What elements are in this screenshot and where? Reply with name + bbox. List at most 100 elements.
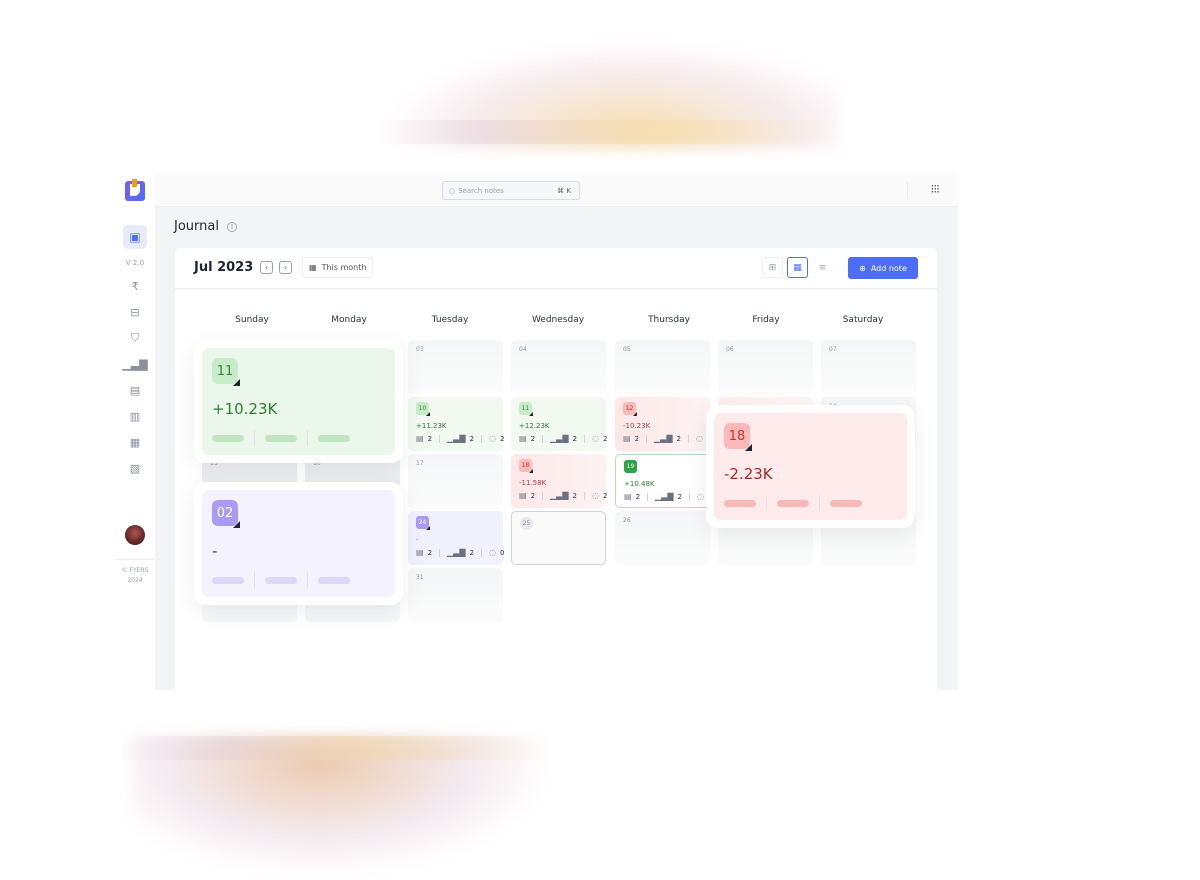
- grid-icon: ⊞: [768, 262, 777, 273]
- day-cell[interactable]: 06: [718, 340, 813, 394]
- day-badge: 25: [520, 517, 533, 530]
- comment-icon: ◌: [488, 548, 496, 557]
- trades-count: 2: [572, 434, 577, 443]
- list-icon: ≡: [818, 262, 827, 273]
- add-note-button[interactable]: ⊕ Add note: [848, 257, 918, 279]
- copyright-brand: © FYERS: [121, 567, 149, 574]
- weekday-wednesday: Wednesday: [531, 315, 585, 325]
- page-title-text: Journal: [174, 219, 219, 234]
- comments-count: 2: [602, 434, 608, 443]
- weekday-tuesday: Tuesday: [431, 315, 469, 325]
- weekday-friday: Friday: [752, 315, 780, 325]
- day-cell[interactable]: 17: [408, 454, 503, 508]
- day-badge: 18: [519, 459, 533, 473]
- version-label: V 2.0: [125, 259, 145, 267]
- decorative-glow-top-band: [370, 120, 840, 144]
- pill: [318, 576, 350, 584]
- document-icon: ▤: [129, 383, 141, 397]
- day-cell[interactable]: 26: [615, 511, 710, 565]
- sidebar: ▣ V 2.0 ₹ ⊟ ⛉ ▁▃▇ ▤ ▥ ▦ ▧ © FYERS 2024: [115, 173, 155, 690]
- shield-check-icon: ⛉: [130, 331, 140, 344]
- trades-icon: ▁▃▇: [654, 434, 673, 443]
- prev-month-button[interactable]: ‹: [260, 261, 273, 274]
- trades-count: 2: [572, 491, 577, 500]
- card-day-badge: 18: [724, 423, 752, 451]
- trades-icon: ▁▃▇: [447, 434, 466, 443]
- comment-icon: ◌: [591, 491, 599, 500]
- day-preview-card-purple[interactable]: 02 -: [194, 482, 403, 605]
- card-pills: [724, 495, 862, 511]
- trades-icon: ▁▃▇: [447, 548, 466, 557]
- day-number: 07: [829, 346, 837, 353]
- day-stats: ▤ 2 ▁▃▇ 2 ◌ 0: [416, 548, 504, 557]
- sidebar-item-security[interactable]: ⛉: [128, 331, 142, 345]
- pill: [724, 499, 756, 507]
- notes-icon: ▤: [624, 492, 632, 501]
- day-cell[interactable]: 18 -11.58K ▤ 2 ▁▃▇ 2 ◌ 2: [511, 454, 607, 508]
- sidebar-item-journal[interactable]: ▣: [123, 225, 147, 249]
- this-month-button[interactable]: ▦ This month: [302, 257, 374, 278]
- comments-count: 2: [499, 434, 505, 443]
- month-label: Jul 2023: [194, 260, 254, 275]
- pill: [212, 434, 244, 442]
- notes-icon: ▤: [519, 491, 527, 500]
- pill: [265, 434, 297, 442]
- list-view-button[interactable]: ≡: [812, 257, 833, 278]
- weekday-monday: Monday: [331, 315, 367, 325]
- trades-icon: ▁▃▇: [655, 492, 674, 501]
- day-cell[interactable]: 12 -10.23K ▤2▁▃▇2◌2: [615, 397, 711, 451]
- calendar-view-button[interactable]: ▦: [787, 257, 808, 278]
- info-icon[interactable]: i: [226, 221, 237, 232]
- day-cell[interactable]: 04: [511, 340, 606, 394]
- notes-icon: ▤: [416, 434, 424, 443]
- calendar-icon: ▦: [793, 262, 802, 273]
- day-badge: 10: [416, 402, 430, 416]
- notes-count: 2: [427, 434, 433, 443]
- day-cell[interactable]: 24 - ▤ 2 ▁▃▇ 2 ◌ 0: [408, 511, 504, 565]
- day-cell[interactable]: 05: [615, 340, 710, 394]
- comments-count: 0: [499, 548, 505, 557]
- day-stats: ▤2▁▃▇2◌2: [623, 434, 711, 443]
- trades-count: 2: [677, 492, 682, 501]
- day-number: 03: [416, 346, 424, 353]
- grid-view-button[interactable]: ⊞: [762, 257, 783, 278]
- notes-count: 2: [634, 434, 640, 443]
- logo[interactable]: [125, 179, 145, 201]
- sidebar-item-portfolio[interactable]: ⊟: [128, 305, 142, 319]
- day-badge: 12: [623, 402, 637, 416]
- comment-icon: ◌: [696, 492, 704, 501]
- day-badge: 11: [519, 402, 533, 416]
- chevron-left-icon: ‹: [264, 263, 269, 272]
- sidebar-item-funds[interactable]: ₹: [128, 279, 142, 293]
- this-month-label: This month: [321, 263, 367, 272]
- apps-grid-icon[interactable]: ⁝⁝⁝: [931, 182, 941, 196]
- day-cell[interactable]: 03: [408, 340, 503, 394]
- day-cell-today[interactable]: 25: [511, 511, 606, 565]
- day-cell[interactable]: 11 +12.23K ▤ 2 ▁▃▇ 2 ◌ 2: [511, 397, 608, 451]
- calendar-header: Jul 2023 ‹ › ▦ This month ⊞ ▦ ≡ ⊕ Add no…: [175, 248, 937, 289]
- sidebar-item-calendar[interactable]: ▦: [128, 435, 142, 449]
- page-title: Journal i: [174, 219, 237, 234]
- day-preview-card-green[interactable]: 11 +10.23K: [194, 340, 403, 463]
- divider: [907, 182, 908, 198]
- pill: [265, 576, 297, 584]
- comment-icon: ◌: [591, 434, 599, 443]
- sidebar-item-documents[interactable]: ▤: [128, 383, 142, 397]
- sidebar-item-reports[interactable]: ▧: [128, 461, 142, 475]
- day-cell-selected[interactable]: 19 +10.48K ▤2▁▃▇2◌2: [615, 454, 712, 508]
- day-number: 05: [623, 346, 631, 353]
- day-preview-card-red[interactable]: 18 -2.23K: [706, 405, 915, 528]
- notes-icon: ▤: [416, 548, 424, 557]
- pill: [318, 434, 350, 442]
- avatar[interactable]: [125, 525, 145, 545]
- search-input[interactable]: ○ Search notes ⌘ K: [442, 181, 580, 200]
- sidebar-item-statements[interactable]: ▥: [128, 409, 142, 423]
- day-cell[interactable]: 31: [408, 568, 503, 622]
- sidebar-item-analytics[interactable]: ▁▃▇: [122, 357, 147, 371]
- next-month-button[interactable]: ›: [279, 261, 292, 274]
- day-stats: ▤2▁▃▇2◌2: [416, 434, 504, 443]
- day-cell[interactable]: 10 +11.23K ▤ 2 ▁▃▇ 2 ◌ 2: [408, 397, 504, 451]
- day-cell[interactable]: 07: [821, 340, 916, 394]
- notes-count: 2: [427, 548, 433, 557]
- card-pnl: +10.23K: [212, 400, 278, 418]
